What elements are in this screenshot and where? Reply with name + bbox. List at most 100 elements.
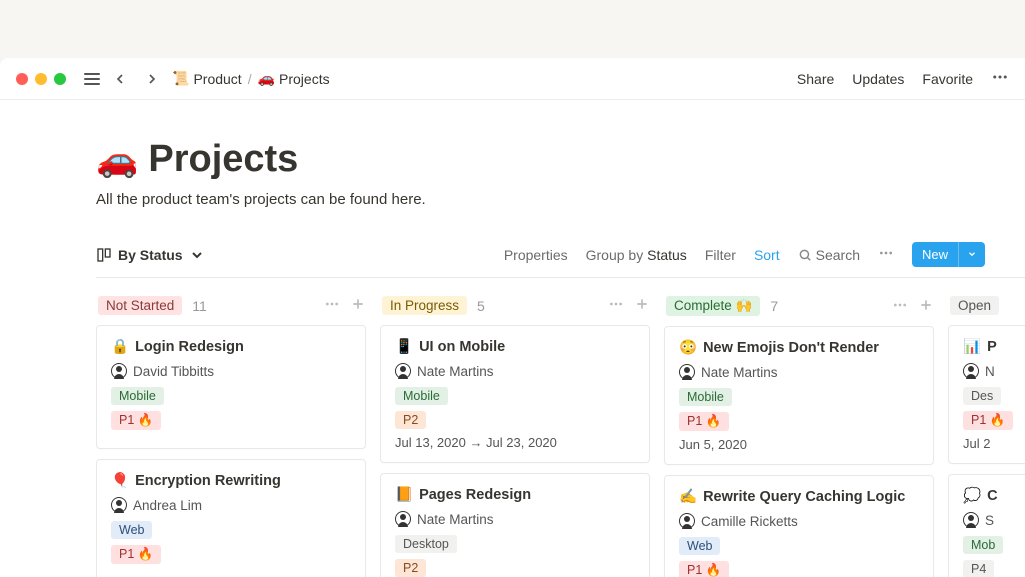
favorite-button[interactable]: Favorite bbox=[922, 71, 973, 87]
column-add-button[interactable] bbox=[634, 296, 650, 315]
board-card[interactable]: 😳New Emojis Don't RenderNate MartinsMobi… bbox=[664, 326, 934, 465]
column-more-button[interactable] bbox=[892, 297, 908, 316]
view-more-button[interactable] bbox=[878, 245, 894, 264]
card-assignee: Camille Ricketts bbox=[679, 513, 919, 529]
board-card[interactable]: 📊PNDesP1 🔥Jul 2 bbox=[948, 325, 1025, 464]
avatar-icon bbox=[395, 511, 411, 527]
card-tag-row: P1 🔥 bbox=[111, 545, 351, 564]
chevron-down-icon bbox=[189, 247, 205, 263]
page-title: 🚗 Projects bbox=[96, 138, 1025, 181]
group-by-button[interactable]: Group by Status bbox=[586, 247, 687, 263]
card-date: Jul 2 bbox=[963, 436, 1025, 451]
card-tag-row: Des bbox=[963, 387, 1025, 405]
new-button-label[interactable]: New bbox=[912, 242, 958, 267]
card-title-text: Encryption Rewriting bbox=[135, 473, 281, 489]
board-column: In Progress5📱UI on MobileNate MartinsMob… bbox=[380, 294, 650, 577]
card-tag: Des bbox=[963, 387, 1001, 405]
kanban-board: Not Started11🔒Login RedesignDavid Tibbit… bbox=[96, 278, 1025, 577]
column-count: 7 bbox=[770, 298, 778, 314]
avatar-icon bbox=[679, 513, 695, 529]
card-title: 📊P bbox=[963, 338, 1025, 355]
view-selector-button[interactable]: By Status bbox=[96, 247, 205, 263]
card-emoji-icon: 📙 bbox=[395, 486, 413, 503]
view-actions: Properties Group by Status Filter Sort S… bbox=[504, 242, 985, 267]
column-header: Open bbox=[948, 294, 1025, 325]
page-title-text[interactable]: Projects bbox=[148, 138, 298, 181]
assignee-name: Andrea Lim bbox=[133, 498, 202, 513]
card-title-text: Pages Redesign bbox=[419, 487, 531, 503]
board-card[interactable]: 💭CSMobP4 bbox=[948, 474, 1025, 577]
avatar-icon bbox=[963, 363, 979, 379]
card-title: 🔒Login Redesign bbox=[111, 338, 351, 355]
filter-button[interactable]: Filter bbox=[705, 247, 736, 263]
breadcrumb-label: Projects bbox=[279, 71, 330, 87]
card-title: ✍️Rewrite Query Caching Logic bbox=[679, 488, 919, 505]
breadcrumb-separator: / bbox=[248, 71, 252, 87]
column-header: Complete 🙌 7 bbox=[664, 294, 934, 326]
card-title-text: P bbox=[987, 339, 997, 355]
board-card[interactable]: 📱UI on MobileNate MartinsMobileP2Jul 13,… bbox=[380, 325, 650, 463]
card-assignee: Nate Martins bbox=[395, 363, 635, 379]
column-actions bbox=[892, 297, 934, 316]
sidebar-toggle-button[interactable] bbox=[84, 73, 100, 85]
column-actions bbox=[608, 296, 650, 315]
board-view-icon bbox=[96, 247, 112, 263]
avatar-icon bbox=[111, 363, 127, 379]
page-content: 🚗 Projects All the product team's projec… bbox=[0, 100, 1025, 577]
properties-button[interactable]: Properties bbox=[504, 247, 568, 263]
updates-button[interactable]: Updates bbox=[852, 71, 904, 87]
avatar-icon bbox=[111, 497, 127, 513]
board-column: Complete 🙌 7 😳New Emojis Don't RenderNate … bbox=[664, 294, 934, 577]
assignee-name: David Tibbitts bbox=[133, 364, 214, 379]
avatar-icon bbox=[395, 363, 411, 379]
card-assignee: S bbox=[963, 512, 1025, 528]
minimize-window-button[interactable] bbox=[35, 73, 47, 85]
column-add-button[interactable] bbox=[918, 297, 934, 316]
card-tag: Desktop bbox=[395, 535, 457, 553]
close-window-button[interactable] bbox=[16, 73, 28, 85]
new-button-dropdown[interactable] bbox=[958, 242, 985, 267]
card-emoji-icon: ✍️ bbox=[679, 488, 697, 505]
card-title: 📙 Pages Redesign bbox=[395, 486, 635, 503]
card-tag-row: P1 🔥 bbox=[679, 412, 919, 431]
breadcrumb-label: Product bbox=[193, 71, 241, 87]
card-emoji-icon: 🔒 bbox=[111, 338, 129, 355]
column-title[interactable]: In Progress bbox=[382, 296, 467, 315]
card-tag: Web bbox=[111, 521, 152, 539]
card-tag: P1 🔥 bbox=[963, 411, 1013, 430]
card-title: 📱UI on Mobile bbox=[395, 338, 635, 355]
column-actions bbox=[324, 296, 366, 315]
chevron-down-icon bbox=[967, 249, 977, 259]
column-title[interactable]: Complete 🙌 bbox=[666, 296, 760, 316]
card-tag-row: Mob bbox=[963, 536, 1025, 554]
column-add-button[interactable] bbox=[350, 296, 366, 315]
titlebar: 📜 Product / 🚗 Projects Share Updates Fav… bbox=[0, 58, 1025, 100]
board-card[interactable]: 🔒Login RedesignDavid TibbittsMobileP1 🔥 bbox=[96, 325, 366, 449]
column-more-button[interactable] bbox=[608, 296, 624, 315]
board-card[interactable]: 📙Pages RedesignNate MartinsDesktopP2 bbox=[380, 473, 650, 577]
card-tag: P1 🔥 bbox=[111, 411, 161, 430]
sort-button[interactable]: Sort bbox=[754, 247, 780, 263]
column-title[interactable]: Not Started bbox=[98, 296, 182, 315]
card-assignee: Andrea Lim bbox=[111, 497, 351, 513]
avatar-icon bbox=[679, 364, 695, 380]
more-menu-button[interactable] bbox=[991, 68, 1009, 89]
card-tag-row: Web bbox=[679, 537, 919, 555]
breadcrumb-item-projects[interactable]: 🚗 Projects bbox=[258, 70, 330, 87]
card-tag-row: P1 🔥 bbox=[679, 561, 919, 577]
breadcrumb: 📜 Product / 🚗 Projects bbox=[172, 70, 330, 87]
search-button[interactable]: Search bbox=[798, 247, 860, 263]
nav-back-button[interactable] bbox=[108, 69, 132, 89]
column-title[interactable]: Open bbox=[950, 296, 999, 315]
card-tag: Mob bbox=[963, 536, 1003, 554]
card-tag: Mobile bbox=[679, 388, 732, 406]
page-subtitle[interactable]: All the product team's projects can be f… bbox=[96, 191, 1025, 208]
nav-forward-button[interactable] bbox=[140, 69, 164, 89]
column-more-button[interactable] bbox=[324, 296, 340, 315]
board-card[interactable]: ✍️Rewrite Query Caching Logic Camille Ric… bbox=[664, 475, 934, 577]
board-card[interactable]: 🎈Encryption RewritingAndrea LimWebP1 🔥 bbox=[96, 459, 366, 577]
page-emoji-icon[interactable]: 🚗 bbox=[96, 140, 138, 180]
breadcrumb-item-product[interactable]: 📜 Product bbox=[172, 70, 242, 87]
share-button[interactable]: Share bbox=[797, 71, 834, 87]
maximize-window-button[interactable] bbox=[54, 73, 66, 85]
